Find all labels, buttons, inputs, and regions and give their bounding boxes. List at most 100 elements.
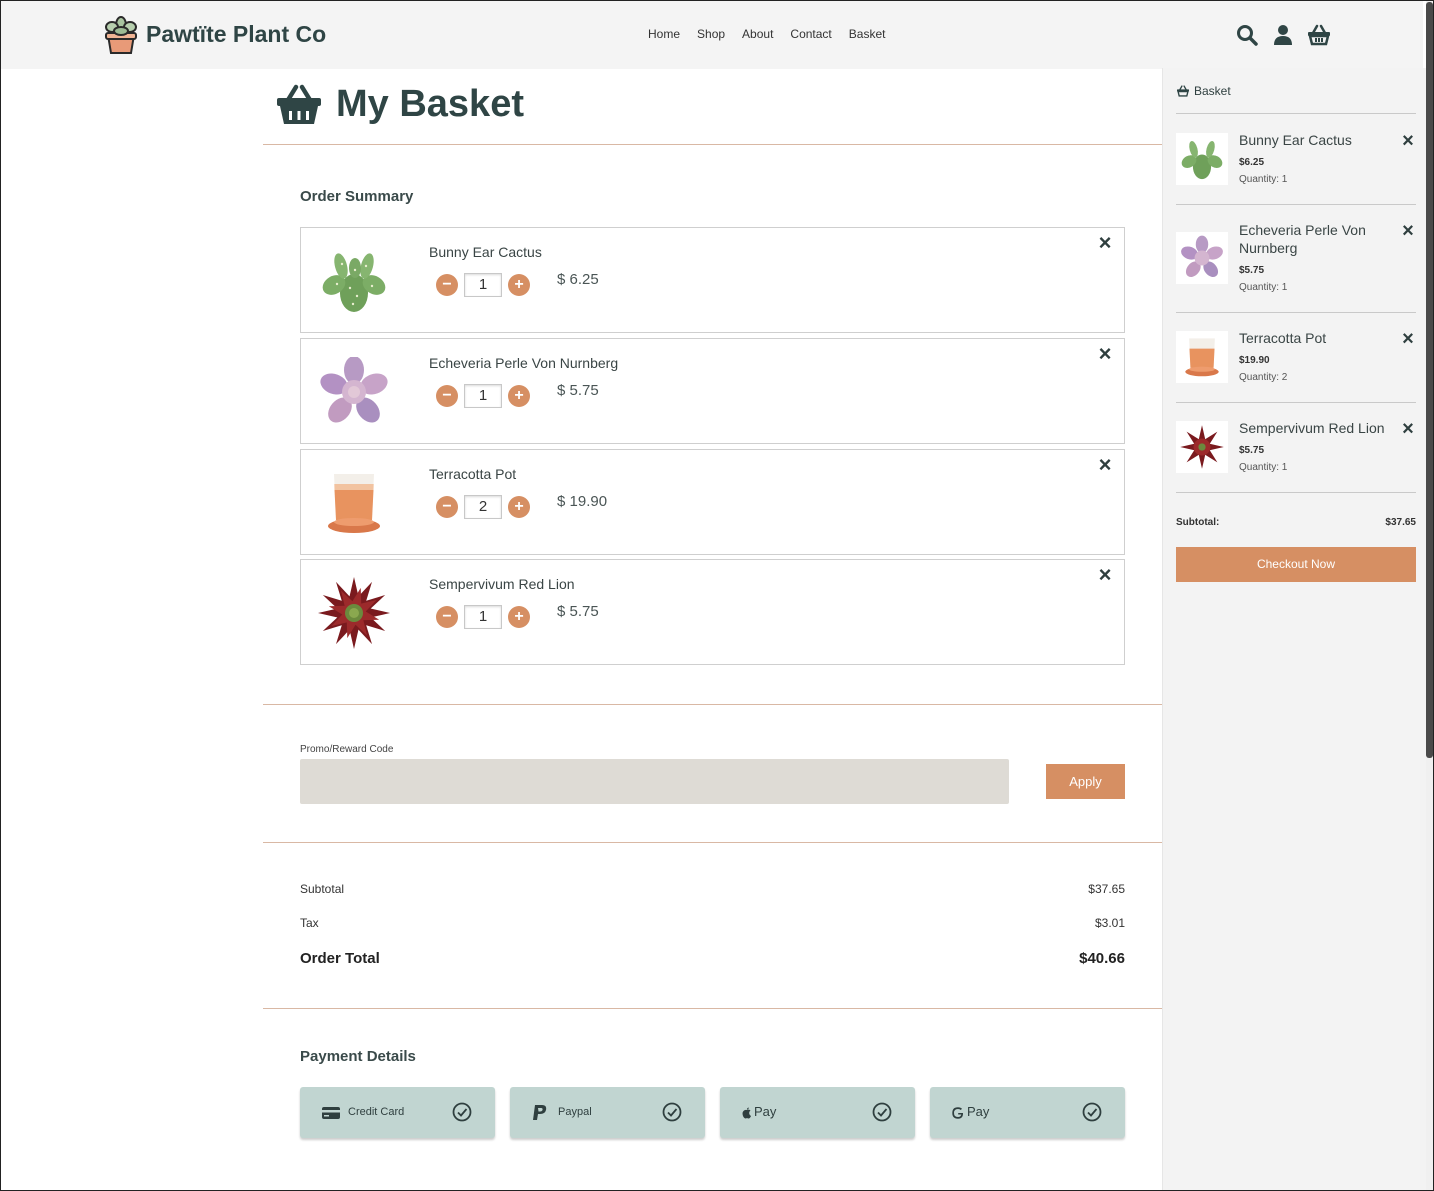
scrollbar-thumb[interactable] xyxy=(1426,2,1433,758)
side-item-name: Terracotta Pot xyxy=(1239,330,1327,346)
close-icon[interactable]: × xyxy=(1096,343,1114,365)
payment-label: Pay xyxy=(754,1104,777,1119)
sempervivum-image xyxy=(315,574,393,652)
quantity-stepper: − 1 + xyxy=(436,384,530,408)
promo-label: Promo/Reward Code xyxy=(300,744,394,755)
side-basket-panel: Basket Bunny Ear Cactus $6.25 Quantity: … xyxy=(1162,68,1426,1191)
quantity-input[interactable]: 1 xyxy=(464,273,502,297)
order-item: Bunny Ear Cactus − 1 + $ 6.25 × xyxy=(300,227,1125,333)
promo-code-input[interactable] xyxy=(300,759,1009,804)
close-icon[interactable]: × xyxy=(1400,131,1416,151)
order-total-row: Order Total $40.66 xyxy=(300,950,1125,967)
increase-quantity-button[interactable]: + xyxy=(508,274,530,296)
close-icon[interactable]: × xyxy=(1400,329,1416,349)
increase-quantity-button[interactable]: + xyxy=(508,496,530,518)
check-circle-icon xyxy=(662,1102,682,1122)
divider xyxy=(263,704,1162,705)
side-item-price: $5.75 xyxy=(1239,265,1265,276)
bunny-ear-cactus-image xyxy=(1176,133,1228,185)
subtotal-label: Subtotal xyxy=(300,882,345,896)
nav-about[interactable]: About xyxy=(742,27,773,41)
quantity-input[interactable]: 1 xyxy=(464,384,502,408)
payment-label: Credit Card xyxy=(348,1106,405,1118)
succulent-pot-logo-icon xyxy=(105,16,137,54)
order-item: Sempervivum Red Lion − 1 + $ 5.75 × xyxy=(300,559,1125,665)
checkout-now-button[interactable]: Checkout Now xyxy=(1176,547,1416,582)
quantity-stepper: − 2 + xyxy=(436,495,530,519)
close-icon[interactable]: × xyxy=(1096,232,1114,254)
check-circle-icon xyxy=(452,1102,472,1122)
bunny-ear-cactus-image xyxy=(315,242,393,320)
payment-label: Pay xyxy=(967,1104,990,1119)
divider xyxy=(263,842,1162,843)
close-icon[interactable]: × xyxy=(1400,221,1416,241)
increase-quantity-button[interactable]: + xyxy=(508,385,530,407)
brand-name: Pawtïte Plant Co xyxy=(146,20,327,47)
decrease-quantity-button[interactable]: − xyxy=(436,606,458,628)
side-item-price: $19.90 xyxy=(1239,355,1270,366)
site-header: Pawtïte Plant Co Home Shop About Contact… xyxy=(1,1,1423,69)
nav-basket[interactable]: Basket xyxy=(849,27,886,41)
payment-option-apple-pay[interactable]: Pay xyxy=(720,1087,915,1138)
close-icon[interactable]: × xyxy=(1096,564,1114,586)
item-price: $ 6.25 xyxy=(557,271,599,288)
item-name: Echeveria Perle Von Nurnberg xyxy=(429,355,619,371)
item-price: $ 5.75 xyxy=(557,603,599,620)
item-name: Bunny Ear Cactus xyxy=(429,244,542,260)
user-icon[interactable] xyxy=(1271,23,1295,47)
decrease-quantity-button[interactable]: − xyxy=(436,385,458,407)
side-item-price: $5.75 xyxy=(1239,445,1265,456)
tax-row: Tax $3.01 xyxy=(300,916,1125,930)
side-item-name: Bunny Ear Cactus xyxy=(1239,132,1352,148)
nav-shop[interactable]: Shop xyxy=(697,27,725,41)
close-icon[interactable]: × xyxy=(1096,454,1114,476)
order-item: Echeveria Perle Von Nurnberg − 1 + $ 5.7… xyxy=(300,338,1125,444)
brand-logo[interactable]: Pawtïte Plant Co xyxy=(102,13,326,55)
close-icon[interactable]: × xyxy=(1400,419,1416,439)
item-price: $ 19.90 xyxy=(557,493,608,510)
order-item: Terracotta Pot − 2 + $ 19.90 × xyxy=(300,449,1125,555)
basket-icon xyxy=(1177,85,1189,97)
quantity-input[interactable]: 2 xyxy=(464,495,502,519)
terracotta-pot-image xyxy=(1176,331,1228,383)
side-basket-item: Echeveria Perle Von Nurnberg $5.75 Quant… xyxy=(1176,221,1416,301)
payment-option-credit-card[interactable]: Credit Card xyxy=(300,1087,495,1138)
divider xyxy=(1176,402,1416,403)
order-total-label: Order Total xyxy=(300,950,380,967)
increase-quantity-button[interactable]: + xyxy=(508,606,530,628)
google-icon xyxy=(952,1104,964,1122)
main-nav: Home Shop About Contact Basket xyxy=(648,27,902,41)
side-subtotal-label: Subtotal: xyxy=(1176,517,1220,528)
page-heading: My Basket xyxy=(276,83,524,126)
subtotal-row: Subtotal $37.65 xyxy=(300,882,1125,896)
subtotal-value: $37.65 xyxy=(1088,882,1125,896)
payment-details-title: Payment Details xyxy=(300,1048,416,1065)
item-price: $ 5.75 xyxy=(557,382,599,399)
check-circle-icon xyxy=(872,1102,892,1122)
basket-icon[interactable] xyxy=(1307,23,1331,47)
decrease-quantity-button[interactable]: − xyxy=(436,496,458,518)
payment-option-google-pay[interactable]: Pay xyxy=(930,1087,1125,1138)
nav-contact[interactable]: Contact xyxy=(790,27,831,41)
side-item-quantity: Quantity: 1 xyxy=(1239,462,1288,473)
apply-button[interactable]: Apply xyxy=(1046,764,1125,799)
tax-label: Tax xyxy=(300,916,319,930)
check-circle-icon xyxy=(1082,1102,1102,1122)
tax-value: $3.01 xyxy=(1094,916,1125,930)
decrease-quantity-button[interactable]: − xyxy=(436,274,458,296)
quantity-input[interactable]: 1 xyxy=(464,605,502,629)
item-name: Terracotta Pot xyxy=(429,466,517,482)
terracotta-pot-image xyxy=(315,464,393,542)
page-title: My Basket xyxy=(336,83,524,125)
side-basket-item: Terracotta Pot $19.90 Quantity: 2 × xyxy=(1176,329,1416,389)
order-total-value: $40.66 xyxy=(1079,950,1125,967)
divider xyxy=(263,1008,1162,1009)
apple-icon xyxy=(742,1104,752,1122)
credit-card-icon xyxy=(322,1104,340,1122)
search-icon[interactable] xyxy=(1235,23,1259,47)
side-basket-item: Sempervivum Red Lion $5.75 Quantity: 1 × xyxy=(1176,419,1416,479)
divider xyxy=(1176,312,1416,313)
nav-home[interactable]: Home xyxy=(648,27,680,41)
header-actions xyxy=(1235,23,1343,47)
payment-option-paypal[interactable]: Paypal xyxy=(510,1087,705,1138)
